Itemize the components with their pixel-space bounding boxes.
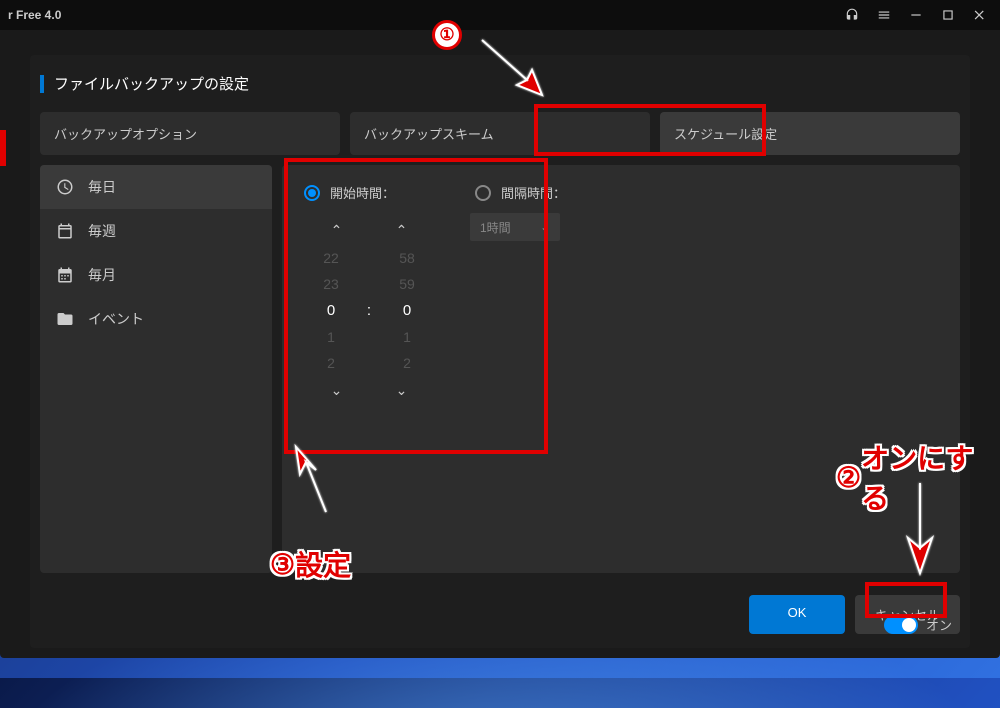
clock-icon <box>56 178 74 196</box>
dialog-title: ファイルバックアップの設定 <box>54 73 249 94</box>
sidebar-item-label: 毎週 <box>88 221 116 241</box>
ok-button[interactable]: OK <box>749 595 845 634</box>
window-title: r Free 4.0 <box>8 8 61 22</box>
hour-p2: 2 <box>311 355 351 371</box>
enable-toggle[interactable] <box>884 616 918 634</box>
calendar-week-icon <box>56 222 74 240</box>
minute-selected[interactable]: 0 <box>387 302 427 319</box>
schedule-panel: 開始時間： 間隔時間： 1時間 ⌄ ⌃ ⌃ <box>282 165 960 573</box>
menu-icon[interactable] <box>872 3 896 27</box>
radio-interval-label: 間隔時間： <box>501 183 566 202</box>
dialog-header: ファイルバックアップの設定 <box>30 55 970 112</box>
radio-start-time[interactable]: 開始時間： <box>304 183 395 202</box>
hour-up-arrow[interactable]: ⌃ <box>317 222 357 239</box>
hour-m2: 22 <box>311 250 351 266</box>
interval-value: 1時間 <box>480 219 511 236</box>
hour-down-arrow[interactable]: ⌄ <box>317 382 357 399</box>
minute-p1: 1 <box>387 329 427 345</box>
hour-m1: 23 <box>311 276 351 292</box>
radio-interval-time[interactable]: 間隔時間： <box>475 183 566 202</box>
content-row: 毎日 毎週 毎月 イベ <box>30 155 970 583</box>
tabs-row: バックアップオプション バックアップスキーム スケジュール設定 <box>30 112 970 155</box>
minute-m1: 59 <box>387 276 427 292</box>
hour-p1: 1 <box>311 329 351 345</box>
settings-dialog: ファイルバックアップの設定 バックアップオプション バックアップスキーム スケジ… <box>30 55 970 648</box>
tab-backup-option[interactable]: バックアップオプション <box>40 112 340 155</box>
interval-dropdown[interactable]: 1時間 ⌄ <box>470 213 560 241</box>
minute-down-arrow[interactable]: ⌄ <box>382 382 422 399</box>
headset-icon[interactable] <box>840 3 864 27</box>
sidebar-item-daily[interactable]: 毎日 <box>40 165 272 209</box>
accent-bar <box>40 75 44 93</box>
minute-up-arrow[interactable]: ⌃ <box>382 222 422 239</box>
enable-toggle-area: オン <box>884 615 952 634</box>
calendar-month-icon <box>56 266 74 284</box>
hour-selected[interactable]: 0 <box>311 302 351 319</box>
time-colon: : <box>365 302 373 319</box>
folder-icon <box>56 310 74 328</box>
close-icon[interactable] <box>968 3 992 27</box>
tab-schedule[interactable]: スケジュール設定 <box>660 112 960 155</box>
time-picker: ⌃ ⌃ 22 : 58 23 : 59 0 : <box>304 216 434 405</box>
toggle-label: オン <box>926 615 952 634</box>
sidebar-item-weekly[interactable]: 毎週 <box>40 209 272 253</box>
sidebar-item-label: 毎月 <box>88 265 116 285</box>
schedule-sidebar: 毎日 毎週 毎月 イベ <box>40 165 272 573</box>
sidebar-item-label: 毎日 <box>88 177 116 197</box>
radio-checked-icon <box>304 185 320 201</box>
left-red-edge <box>0 130 6 166</box>
titlebar: r Free 4.0 <box>0 0 1000 30</box>
minute-m2: 58 <box>387 250 427 266</box>
chevron-down-icon: ⌄ <box>540 220 550 234</box>
sidebar-item-monthly[interactable]: 毎月 <box>40 253 272 297</box>
app-window: r Free 4.0 ファイルバックアップの設定 バックア <box>0 0 1000 658</box>
dialog-footer: OK キャンセル <box>30 583 970 648</box>
minute-p2: 2 <box>387 355 427 371</box>
minimize-icon[interactable] <box>904 3 928 27</box>
maximize-icon[interactable] <box>936 3 960 27</box>
sidebar-item-label: イベント <box>88 309 144 329</box>
radio-start-label: 開始時間： <box>330 183 395 202</box>
radio-unchecked-icon <box>475 185 491 201</box>
sidebar-item-event[interactable]: イベント <box>40 297 272 341</box>
tab-backup-scheme[interactable]: バックアップスキーム <box>350 112 650 155</box>
